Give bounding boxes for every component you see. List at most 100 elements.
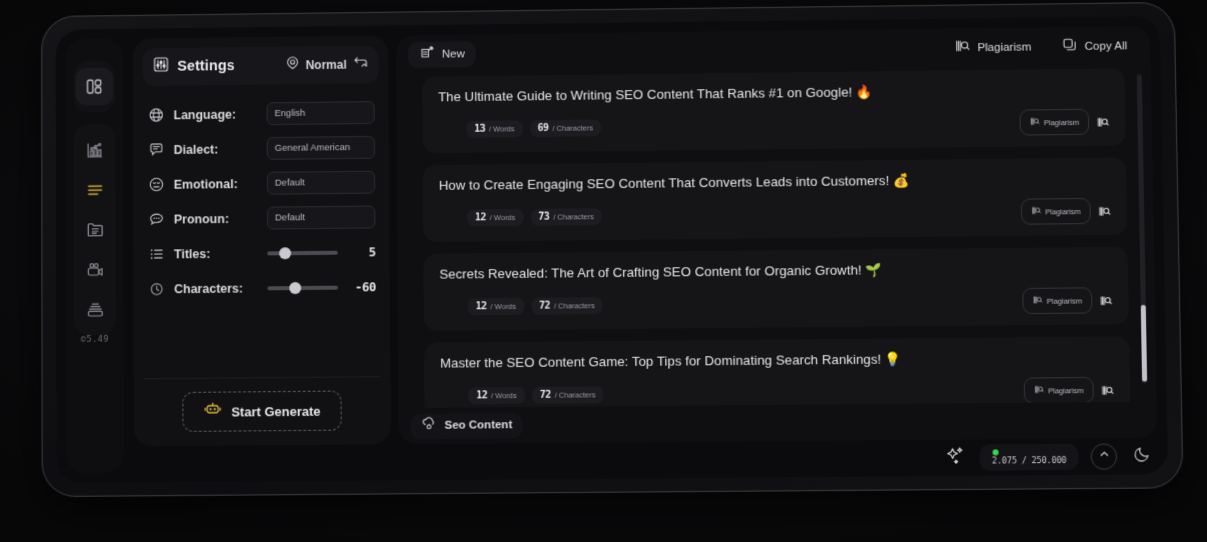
- titles-slider[interactable]: [267, 246, 338, 259]
- characters-slider-thumb[interactable]: [289, 281, 302, 294]
- new-button[interactable]: New: [408, 41, 476, 68]
- emoji-face-icon: [147, 176, 166, 193]
- credits-column: 2.075 / 250.000: [992, 448, 1067, 466]
- plagiarism-label: Plagiarism: [977, 41, 1032, 55]
- characters-stat: 73 / Characters: [530, 207, 603, 226]
- credits-indicator[interactable]: 2.075 / 250.000: [979, 443, 1079, 471]
- card-actions: Plagiarism: [1020, 197, 1111, 225]
- card-plagiarism-button[interactable]: Plagiarism: [1022, 287, 1093, 315]
- clock-icon: [147, 280, 166, 297]
- copy-all-label: Copy All: [1084, 40, 1128, 53]
- field-dialect: Dialect: General American: [147, 130, 376, 167]
- dialect-input[interactable]: General American: [266, 135, 376, 160]
- result-card[interactable]: Master the SEO Content Game: Top Tips fo…: [424, 336, 1131, 409]
- new-document-icon: [419, 45, 435, 65]
- app-window: 🐧: [55, 15, 1169, 484]
- card-plagiarism-label: Plagiarism: [1048, 385, 1084, 395]
- list-icon: [147, 246, 166, 263]
- characters-stat: 69 / Characters: [529, 118, 602, 137]
- characters-count: 73: [538, 211, 550, 223]
- card-check-plagiarism-icon[interactable]: [1098, 204, 1111, 217]
- characters-unit: / Characters: [553, 300, 595, 311]
- sidebar-group-tools: [73, 123, 116, 336]
- card-plagiarism-label: Plagiarism: [1045, 206, 1081, 216]
- emotional-input[interactable]: Default: [266, 170, 376, 195]
- copy-icon: [1061, 37, 1077, 57]
- sliders-icon: [153, 56, 170, 78]
- chevron-up-icon: [1097, 447, 1110, 465]
- words-unit: / Words: [491, 390, 517, 400]
- plagiarism-icon: [1031, 202, 1041, 220]
- copy-all-button[interactable]: Copy All: [1050, 33, 1138, 60]
- pronoun-input[interactable]: Default: [267, 205, 376, 230]
- card-title: Secrets Revealed: The Art of Crafting SE…: [439, 262, 883, 282]
- card-check-plagiarism-icon[interactable]: [1101, 383, 1114, 396]
- field-label-language: Language:: [173, 107, 237, 122]
- words-count: 12: [474, 211, 486, 223]
- field-pronoun: Pronoun: Default: [147, 200, 376, 237]
- sidebar-item-documents[interactable]: [76, 210, 114, 248]
- sidebar-item-video[interactable]: [76, 250, 114, 288]
- start-generate-button[interactable]: Start Generate: [182, 390, 342, 432]
- globe-icon: [147, 107, 166, 124]
- text-lines-icon: [84, 179, 105, 200]
- settings-fields: Language: English Dialect: General Ameri…: [143, 83, 380, 306]
- scrollbar-thumb[interactable]: [1140, 304, 1148, 382]
- settings-header: Settings Normal: [142, 45, 379, 86]
- field-language: Language: English: [147, 95, 375, 132]
- words-unit: / Words: [490, 301, 517, 311]
- swap-arrows-icon[interactable]: [353, 55, 369, 75]
- plagiarism-button[interactable]: Plagiarism: [943, 34, 1043, 61]
- mode-target-icon: [285, 55, 300, 75]
- sparkle-icon: [945, 444, 968, 471]
- card-meta: 12 / Words 72 / Characters Plagiarism: [440, 287, 1113, 320]
- sidebar-item-layers[interactable]: [76, 290, 114, 328]
- slider-label-titles: Titles:: [173, 246, 211, 261]
- words-stat: 12 / Words: [466, 208, 524, 226]
- slider-label-characters: Characters:: [174, 281, 244, 296]
- characters-slider[interactable]: [267, 281, 338, 294]
- settings-panel: Settings Normal Language: English Dialec…: [132, 35, 391, 447]
- card-plagiarism-button[interactable]: Plagiarism: [1019, 108, 1090, 136]
- speech-bubble-icon: [147, 141, 166, 158]
- version-label: ©5.49: [80, 334, 110, 345]
- sidebar: 🐧: [65, 38, 124, 473]
- moon-icon: [1133, 444, 1153, 468]
- card-title: The Ultimate Guide to Writing SEO Conten…: [438, 84, 873, 105]
- card-check-plagiarism-icon[interactable]: [1099, 294, 1112, 307]
- titles-slider-thumb[interactable]: [278, 246, 291, 259]
- field-emotional: Emotional: Default: [147, 165, 376, 202]
- results-scrollbar[interactable]: [1136, 74, 1148, 384]
- card-actions: Plagiarism: [1022, 287, 1112, 315]
- content-footer: Seo Content: [399, 402, 1158, 445]
- words-unit: / Words: [489, 212, 516, 222]
- theme-toggle-button[interactable]: [1129, 443, 1156, 469]
- sidebar-item-dashboard[interactable]: [75, 67, 114, 106]
- seo-content-button[interactable]: Seo Content: [410, 412, 523, 439]
- video-camera-icon: [84, 259, 105, 280]
- online-dot-icon: [992, 448, 999, 455]
- result-card[interactable]: The Ultimate Guide to Writing SEO Conten…: [422, 68, 1126, 154]
- sidebar-item-writer[interactable]: [76, 171, 114, 209]
- card-check-plagiarism-icon[interactable]: [1096, 115, 1109, 128]
- mode-selector[interactable]: Normal: [285, 55, 369, 76]
- result-card[interactable]: How to Create Engaging SEO Content That …: [422, 157, 1128, 242]
- card-plagiarism-button[interactable]: Plagiarism: [1020, 197, 1091, 225]
- result-card[interactable]: Secrets Revealed: The Art of Crafting SE…: [423, 246, 1129, 331]
- characters-unit: / Characters: [553, 211, 594, 222]
- chart-bar-icon: [84, 139, 105, 160]
- generate-section: Start Generate: [143, 376, 381, 447]
- device-frame: 🐧: [41, 1, 1184, 498]
- collapse-button[interactable]: [1090, 443, 1118, 470]
- sidebar-item-analytics[interactable]: [76, 131, 114, 169]
- results-list: The Ultimate Guide to Writing SEO Conten…: [396, 66, 1156, 409]
- card-plagiarism-button[interactable]: Plagiarism: [1023, 376, 1094, 404]
- slider-characters: Characters: -60: [147, 269, 376, 306]
- credits-text: 2.075 / 250.000: [991, 455, 1067, 467]
- plagiarism-icon: [1034, 381, 1044, 399]
- sidebar-group-primary: [73, 60, 116, 113]
- document-folder-icon: [84, 219, 105, 240]
- card-plagiarism-label: Plagiarism: [1043, 117, 1080, 127]
- language-input[interactable]: English: [266, 101, 375, 126]
